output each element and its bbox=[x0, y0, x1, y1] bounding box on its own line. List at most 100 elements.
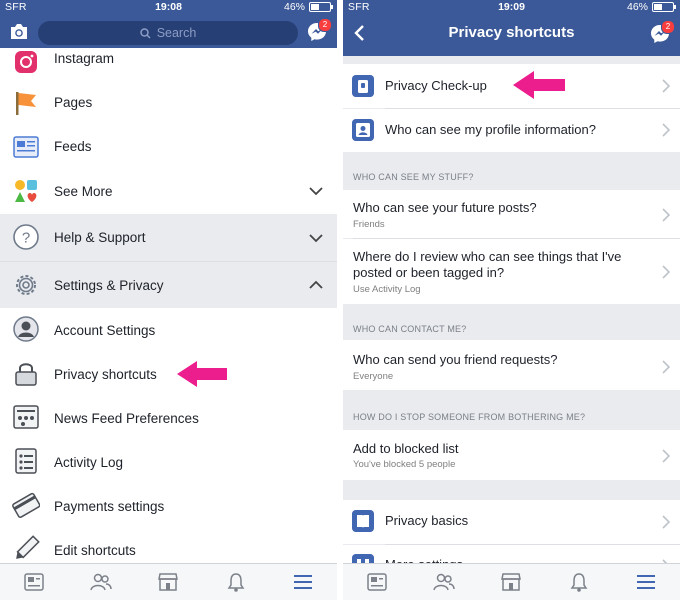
row-title: Who can see your future posts? bbox=[353, 200, 537, 215]
row-title: Who can send you friend requests? bbox=[353, 352, 558, 367]
tab-marketplace[interactable] bbox=[156, 570, 180, 594]
notifications-icon bbox=[227, 573, 245, 592]
messenger-badge: 2 bbox=[661, 20, 675, 34]
credit-card-icon bbox=[12, 492, 40, 518]
chevron-right-icon bbox=[662, 449, 670, 463]
news-feed-icon bbox=[366, 573, 387, 591]
lock-icon bbox=[15, 363, 37, 386]
instagram-icon bbox=[15, 51, 37, 73]
tab-friends[interactable] bbox=[432, 570, 456, 594]
left-screen: Instagram Pages Feeds See More ? Help & … bbox=[0, 0, 337, 600]
row-subtitle: Everyone bbox=[353, 371, 394, 382]
help-support-label: Help & Support bbox=[54, 230, 146, 245]
chevron-up-icon bbox=[309, 280, 323, 289]
submenu-payments-settings[interactable]: Payments settings bbox=[0, 484, 337, 528]
menu-item-settings-privacy[interactable]: Settings & Privacy bbox=[0, 262, 337, 308]
tab-notifications[interactable] bbox=[224, 570, 248, 594]
future-posts-row[interactable]: Who can see your future posts? Friends bbox=[343, 190, 680, 238]
pink-arrow-annotation bbox=[513, 71, 565, 99]
chevron-right-icon bbox=[662, 360, 670, 374]
marketplace-icon bbox=[158, 573, 179, 591]
submenu-activity-log[interactable]: Activity Log bbox=[0, 440, 337, 484]
section-header-label: WHO CAN CONTACT ME? bbox=[353, 324, 467, 334]
tab-notifications[interactable] bbox=[567, 570, 591, 594]
menu-item-help-support[interactable]: ? Help & Support bbox=[0, 214, 337, 261]
news-feed-icon bbox=[23, 573, 44, 591]
search-input[interactable]: Search bbox=[38, 21, 298, 45]
chevron-right-icon bbox=[662, 79, 670, 93]
tab-friends[interactable] bbox=[89, 570, 113, 594]
battery-fill bbox=[654, 4, 663, 10]
submenu-privacy-shortcuts[interactable]: Privacy shortcuts bbox=[0, 352, 337, 396]
chevron-down-icon bbox=[309, 233, 323, 242]
submenu-label: Edit shortcuts bbox=[54, 542, 136, 558]
tab-menu[interactable] bbox=[634, 570, 658, 594]
row-subtitle: Friends bbox=[353, 219, 385, 230]
settings-privacy-label: Settings & Privacy bbox=[54, 277, 164, 293]
status-right: 46% bbox=[626, 1, 676, 13]
news-feed-icon bbox=[13, 405, 39, 429]
menu-item-feeds[interactable]: Feeds bbox=[0, 124, 337, 168]
tab-marketplace[interactable] bbox=[499, 570, 523, 594]
tab-news-feed[interactable] bbox=[22, 570, 46, 594]
chevron-right-icon bbox=[662, 208, 670, 222]
messenger-badge: 2 bbox=[318, 18, 332, 32]
top-bar: SFR 19:08 46% Search 2 bbox=[0, 0, 337, 48]
messenger-button[interactable]: 2 bbox=[650, 20, 675, 49]
messenger-button[interactable]: 2 bbox=[307, 18, 332, 47]
privacy-basics-row[interactable]: Privacy basics bbox=[343, 500, 680, 544]
pencil-icon bbox=[16, 535, 40, 559]
submenu-label: News Feed Preferences bbox=[54, 410, 199, 426]
row-subtitle: Use Activity Log bbox=[353, 284, 421, 295]
profile-information-row[interactable]: Who can see my profile information? bbox=[343, 109, 680, 152]
battery-icon bbox=[652, 2, 676, 12]
tab-bar bbox=[343, 563, 680, 600]
menu-icon bbox=[637, 575, 656, 589]
gear-icon bbox=[16, 275, 36, 295]
friend-requests-row[interactable]: Who can send you friend requests? Everyo… bbox=[343, 340, 680, 390]
shapes-icon bbox=[15, 180, 37, 202]
tab-news-feed[interactable] bbox=[365, 570, 389, 594]
row-title: Add to blocked list bbox=[353, 441, 459, 456]
chevron-right-icon bbox=[662, 515, 670, 529]
flag-icon bbox=[16, 92, 36, 115]
battery-percent: 46% bbox=[283, 1, 305, 13]
section-header-label: WHO CAN SEE MY STUFF? bbox=[353, 172, 474, 182]
section-header: HOW DO I STOP SOMEONE FROM BOTHERING ME? bbox=[343, 390, 680, 430]
privacy-basics-icon bbox=[352, 510, 374, 532]
menu-item-label: Pages bbox=[54, 94, 93, 110]
status-bar: SFR 19:08 46% bbox=[0, 0, 337, 14]
search-placeholder: Search bbox=[156, 26, 197, 40]
chevron-right-icon bbox=[662, 123, 670, 137]
menu-item-see-more[interactable]: See More bbox=[0, 168, 337, 214]
submenu-news-feed-preferences[interactable]: News Feed Preferences bbox=[0, 396, 337, 440]
review-tagged-row[interactable]: Where do I review who can see things tha… bbox=[343, 239, 680, 304]
activity-log-icon bbox=[15, 448, 37, 474]
feeds-icon bbox=[13, 136, 39, 158]
privacy-checkup-label: Privacy Check-up bbox=[385, 78, 487, 93]
section-header-label: HOW DO I STOP SOMEONE FROM BOTHERING ME? bbox=[353, 412, 586, 422]
profile-information-label: Who can see my profile information? bbox=[385, 122, 596, 137]
menu-item-label: Feeds bbox=[54, 138, 92, 154]
camera-icon[interactable] bbox=[9, 23, 29, 40]
privacy-basics-label: Privacy basics bbox=[385, 513, 469, 528]
menu-item-label: See More bbox=[54, 183, 113, 199]
row-title: Where do I review who can see things tha… bbox=[353, 249, 622, 280]
chevron-down-icon bbox=[309, 187, 323, 196]
profile-card-icon bbox=[352, 119, 374, 141]
tab-bar bbox=[0, 563, 337, 600]
menu-item-pages[interactable]: Pages bbox=[0, 80, 337, 124]
pink-arrow-annotation bbox=[177, 361, 227, 387]
status-bar: SFR 19:09 46% bbox=[343, 0, 680, 14]
battery-percent: 46% bbox=[626, 1, 648, 13]
search-icon bbox=[139, 27, 151, 39]
row-subtitle: You've blocked 5 people bbox=[353, 459, 456, 470]
right-screen: Privacy Check-up Who can see my profile … bbox=[343, 0, 680, 600]
submenu-account-settings[interactable]: Account Settings bbox=[0, 308, 337, 352]
chevron-right-icon bbox=[662, 265, 670, 279]
section-header: WHO CAN CONTACT ME? bbox=[343, 304, 680, 340]
tab-menu[interactable] bbox=[291, 570, 315, 594]
submenu-label: Privacy shortcuts bbox=[54, 366, 157, 382]
blocked-list-row[interactable]: Add to blocked list You've blocked 5 peo… bbox=[343, 430, 680, 480]
svg-text:?: ? bbox=[22, 230, 30, 247]
